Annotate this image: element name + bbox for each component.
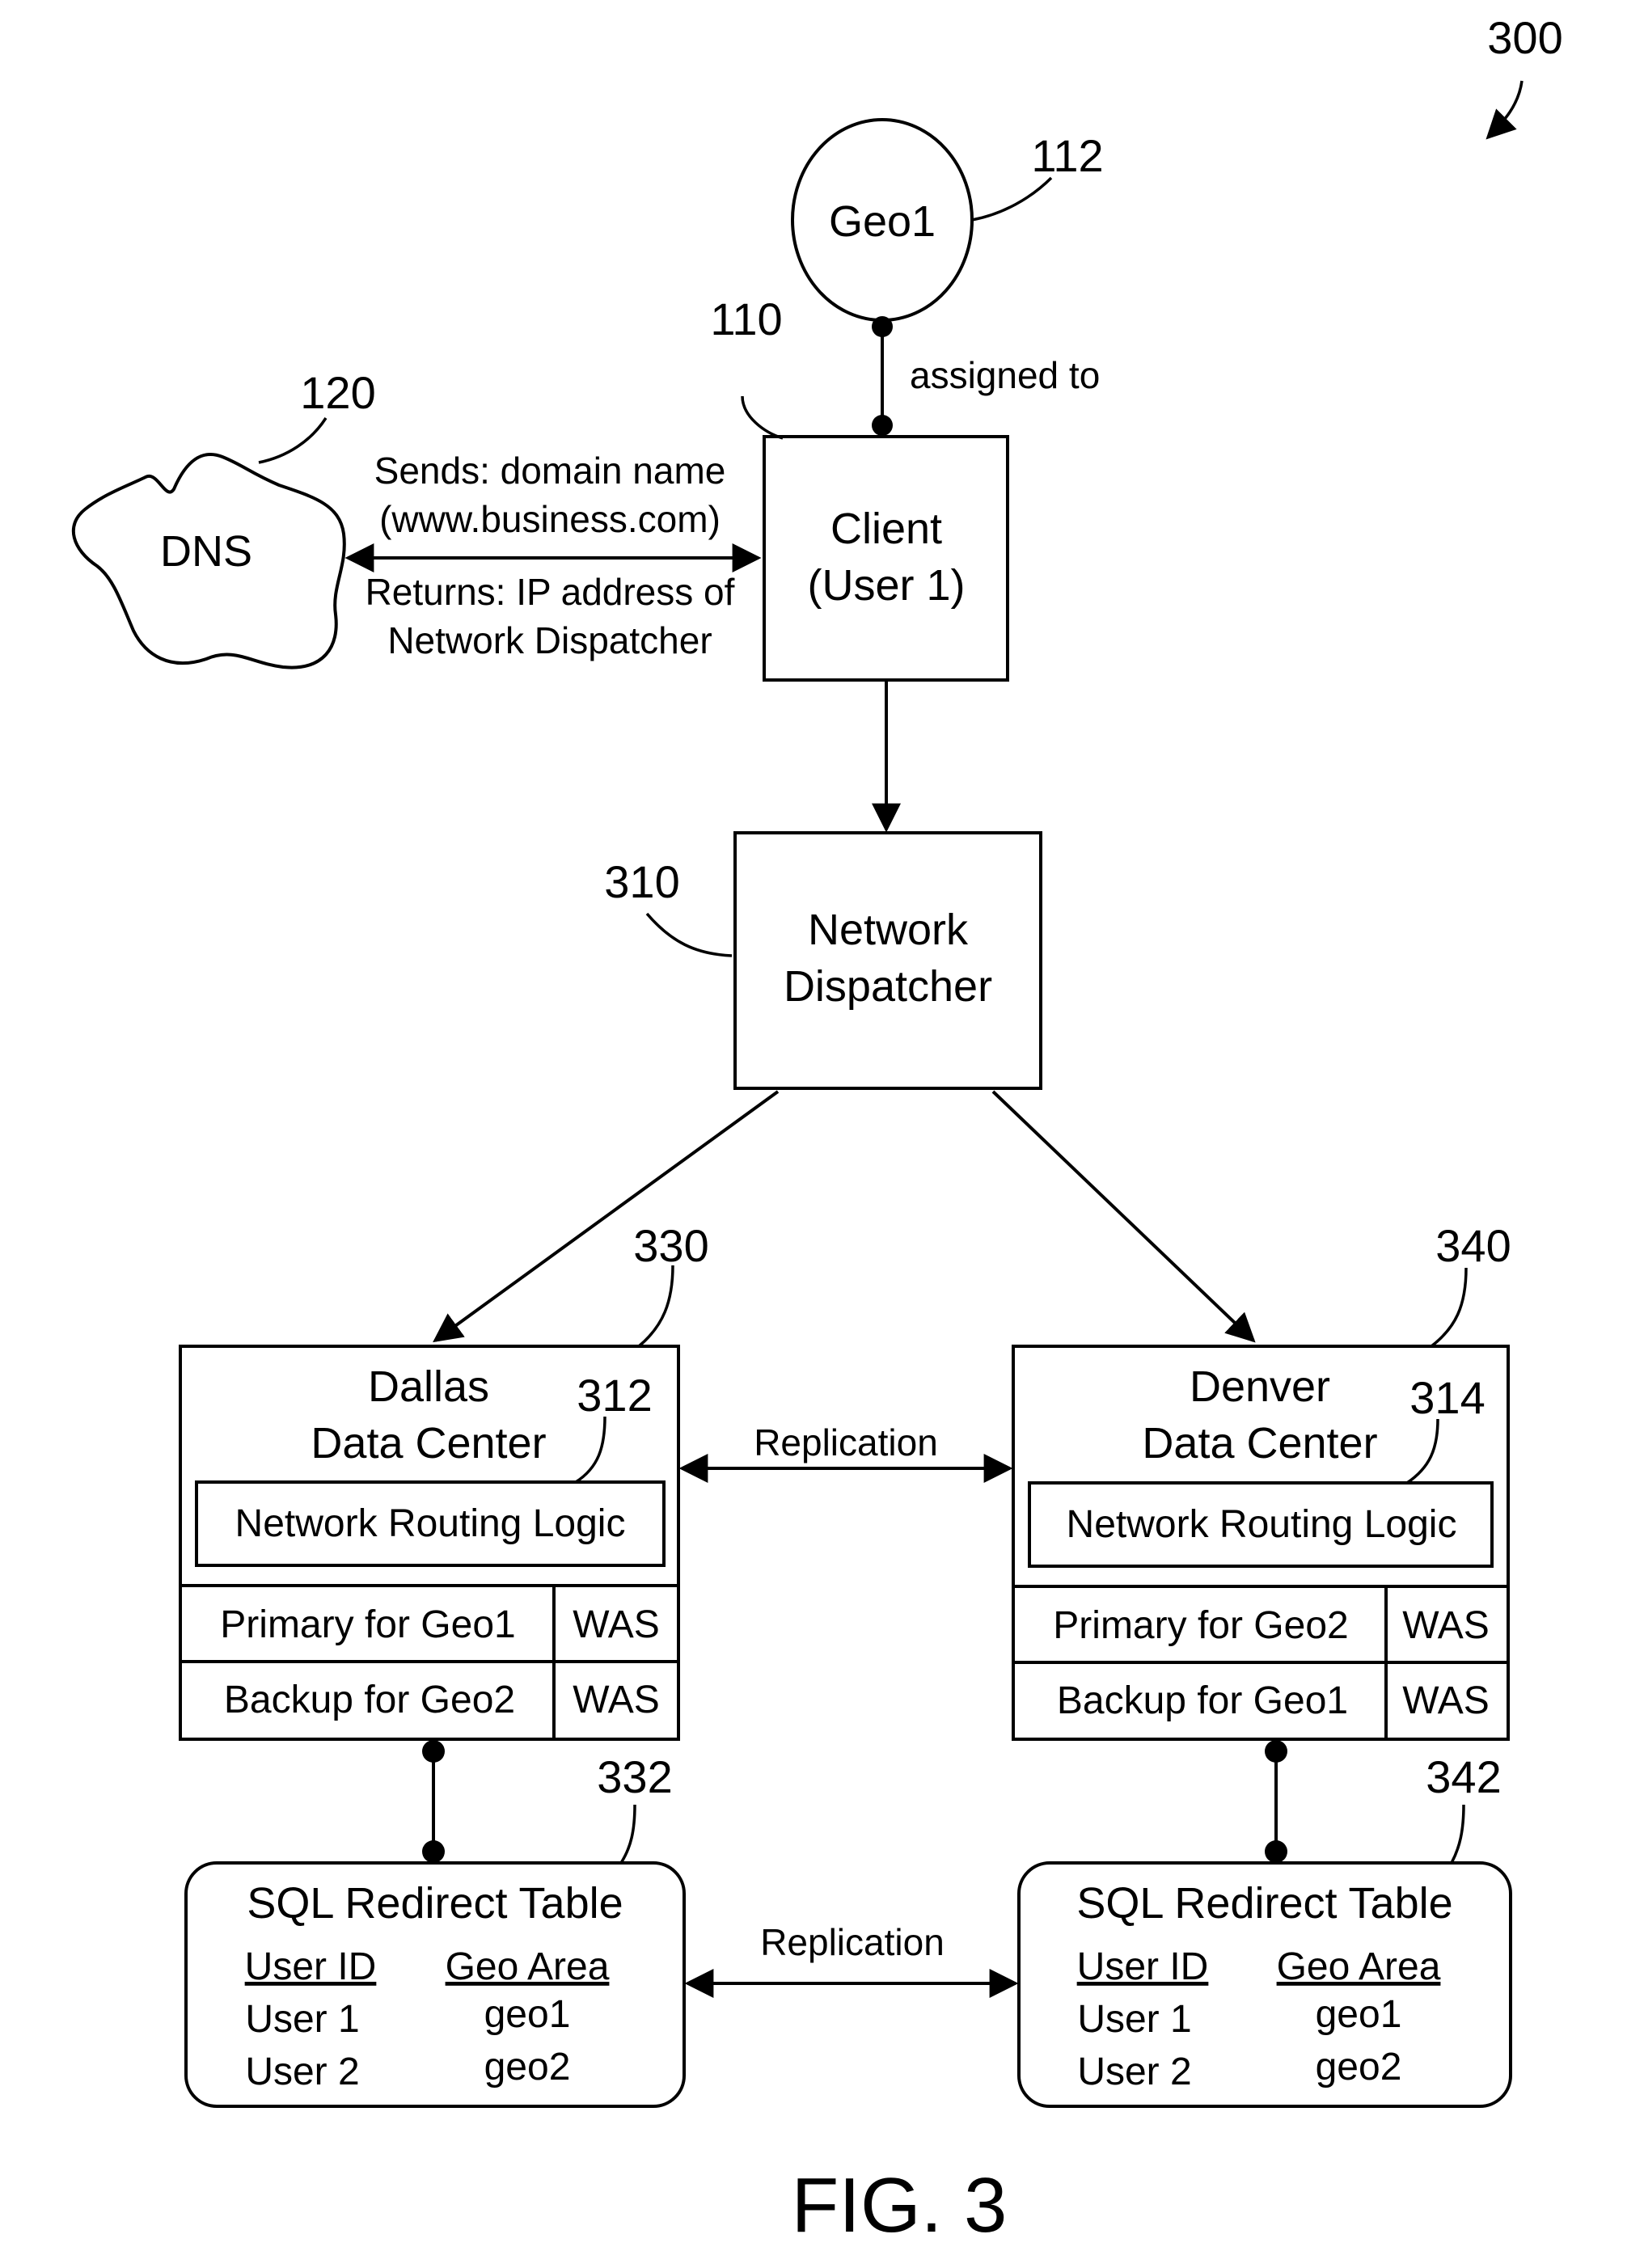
- denver-row2-role: Backup for Geo1: [1057, 1679, 1348, 1722]
- sql-row1-geo: geo1: [484, 1993, 571, 2036]
- sql-header-user-id: User ID: [1077, 1945, 1209, 1988]
- dallas-row2-server: WAS: [573, 1679, 660, 1721]
- geo-label: Geo1: [829, 197, 936, 246]
- denver-row2-server: WAS: [1402, 1679, 1490, 1722]
- dispatcher-label-line1: Network: [808, 906, 969, 954]
- dns-exchange: Sends: domain name (www.business.com) Re…: [344, 450, 762, 661]
- denver-routing-ref: 314: [1409, 1372, 1485, 1423]
- sql-replication-label: Replication: [760, 1921, 945, 1963]
- data-center-denver: Denver Data Center 340 314 Network Routi…: [1012, 1220, 1511, 1741]
- denver-ref-leader: [1430, 1267, 1468, 1348]
- dallas-ref-leader: [637, 1265, 674, 1348]
- dallas-routing-label: Network Routing Logic: [235, 1502, 626, 1545]
- data-center-replication: Replication: [678, 1421, 1013, 1483]
- dallas-ref: 330: [633, 1220, 708, 1271]
- sql-row2-user: User 2: [1077, 2050, 1191, 2093]
- sql-table-ref-leader: [1450, 1804, 1465, 1864]
- dallas-routing-ref: 312: [577, 1370, 652, 1421]
- dallas-sql-connector: [422, 1740, 445, 1863]
- sql-header-geo-area: Geo Area: [1277, 1945, 1441, 1988]
- dispatcher-label-line2: Dispatcher: [784, 962, 992, 1011]
- dallas-name-line2: Data Center: [311, 1419, 546, 1468]
- connector-dot-top: [872, 316, 893, 337]
- connector-dot-top: [422, 1740, 445, 1763]
- denver-row1-role: Primary for Geo2: [1053, 1604, 1348, 1647]
- dns-label: DNS: [160, 527, 252, 576]
- assigned-label: assigned to: [910, 354, 1100, 396]
- connector-dot-bottom: [872, 415, 893, 436]
- assigned-connector: assigned to: [872, 316, 1100, 436]
- figure-caption: FIG. 3: [792, 2162, 1008, 2249]
- figure-ref-300: 300: [1486, 12, 1563, 140]
- diagram-canvas: 300 Geo1 112 assigned to Client (User 1)…: [71, 12, 1563, 2249]
- geo-node: Geo1 112: [791, 118, 1104, 322]
- denver-name-line1: Denver: [1190, 1362, 1330, 1411]
- sends-line2: (www.business.com): [379, 498, 721, 540]
- dc-replication-label: Replication: [754, 1421, 938, 1463]
- sql-table-ref: 332: [597, 1751, 672, 1802]
- dispatcher-ref-leader: [645, 912, 733, 957]
- sql-row1-user: User 1: [1077, 1998, 1191, 2041]
- denver-ref: 340: [1435, 1220, 1511, 1271]
- sql-row1-user: User 1: [245, 1998, 359, 2041]
- client-box: [763, 435, 1009, 682]
- sql-table-title: SQL Redirect Table: [247, 1879, 623, 1928]
- dns-ref: 120: [300, 367, 375, 418]
- dallas-name-line1: Dallas: [368, 1362, 489, 1411]
- figure-pointer-arrow: [1486, 80, 1524, 140]
- sql-table-denver: 342 SQL Redirect Table User ID Geo Area …: [1017, 1751, 1512, 2108]
- dallas-row1-role: Primary for Geo1: [220, 1603, 515, 1646]
- sql-table-ref-leader: [619, 1804, 636, 1864]
- sql-header-user-id: User ID: [245, 1945, 377, 1988]
- dispatcher-to-dallas-arrow: [433, 1090, 780, 1343]
- denver-name-line2: Data Center: [1142, 1419, 1377, 1468]
- client-label-line2: (User 1): [807, 561, 965, 610]
- dispatcher-box: [733, 831, 1042, 1090]
- denver-sql-connector: [1265, 1740, 1287, 1863]
- connector-dot-top: [1265, 1740, 1287, 1763]
- sends-line1: Sends: domain name: [374, 450, 726, 492]
- sql-row2-geo: geo2: [484, 2046, 571, 2089]
- denver-routing-label: Network Routing Logic: [1067, 1503, 1457, 1546]
- dns-ref-leader: [258, 417, 328, 464]
- client-label-line1: Client: [830, 505, 942, 553]
- sql-table-ref: 342: [1426, 1751, 1501, 1802]
- geo-ref-leader: [971, 176, 1053, 222]
- sql-table-title: SQL Redirect Table: [1076, 1879, 1452, 1928]
- sql-row2-user: User 2: [245, 2050, 359, 2093]
- connector-dot-bottom: [422, 1840, 445, 1863]
- dns-node: DNS 120: [71, 367, 376, 669]
- geo-ref: 112: [1031, 130, 1103, 181]
- denver-row1-server: WAS: [1402, 1604, 1490, 1647]
- sql-row2-geo: geo2: [1316, 2046, 1402, 2089]
- sql-row1-geo: geo1: [1316, 1993, 1402, 2036]
- dispatcher-ref: 310: [604, 856, 679, 907]
- dallas-row1-server: WAS: [573, 1603, 660, 1646]
- connector-dot-bottom: [1265, 1840, 1287, 1863]
- client-node: Client (User 1) 110: [710, 294, 1009, 682]
- returns-line2: Network Dispatcher: [387, 619, 712, 661]
- figure-number-label: 300: [1487, 12, 1562, 63]
- dispatcher-node: Network Dispatcher 310: [604, 831, 1042, 1090]
- sql-replication: Replication: [684, 1921, 1019, 1998]
- client-ref: 110: [710, 294, 782, 344]
- sql-header-geo-area: Geo Area: [446, 1945, 610, 1988]
- returns-line1: Returns: IP address of: [366, 571, 735, 613]
- dispatcher-to-denver-arrow: [991, 1090, 1256, 1343]
- client-ref-leader: [741, 395, 784, 440]
- dallas-row2-role: Backup for Geo2: [224, 1679, 515, 1721]
- data-center-dallas: Dallas Data Center 330 312 Network Routi…: [179, 1220, 709, 1741]
